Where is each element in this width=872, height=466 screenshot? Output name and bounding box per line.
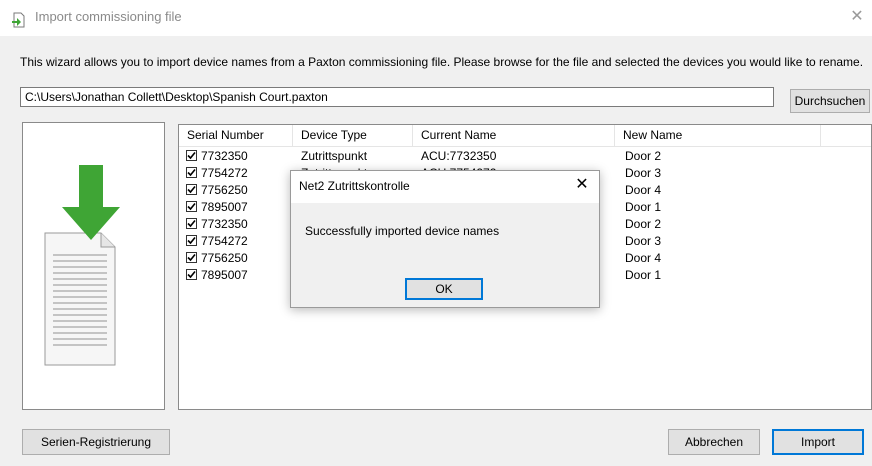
new-name-cell[interactable]: Door 2 xyxy=(625,215,661,233)
ok-button[interactable]: OK xyxy=(405,278,483,300)
dialog-title: Net2 Zutrittskontrolle xyxy=(299,179,410,193)
serial-cell: 7895007 xyxy=(201,200,248,214)
column-serial-number[interactable]: Serial Number xyxy=(179,125,293,146)
row-checkbox[interactable] xyxy=(186,150,197,161)
dialog-close-icon[interactable]: ✕ xyxy=(573,176,591,194)
table-row[interactable]: 7732350 Zutrittspunkt ACU:7732350 Door 2 xyxy=(179,147,871,165)
import-window: Import commissioning file ✕ This wizard … xyxy=(0,0,872,466)
serial-registration-button[interactable]: Serien-Registrierung xyxy=(22,429,170,455)
import-file-icon xyxy=(12,12,25,28)
row-checkbox[interactable] xyxy=(186,252,197,263)
success-dialog: Net2 Zutrittskontrolle ✕ Successfully im… xyxy=(290,170,600,308)
import-illustration xyxy=(22,122,165,410)
column-filler xyxy=(821,125,871,146)
column-current-name[interactable]: Current Name xyxy=(413,125,615,146)
import-button[interactable]: Import xyxy=(772,429,864,455)
new-name-cell[interactable]: Door 4 xyxy=(625,181,661,199)
intro-text: This wizard allows you to import device … xyxy=(20,55,864,69)
serial-cell: 7732350 xyxy=(201,217,248,231)
download-document-icon xyxy=(44,165,120,366)
row-checkbox[interactable] xyxy=(186,269,197,280)
file-path-input[interactable] xyxy=(20,87,774,107)
title-bar: Import commissioning file ✕ xyxy=(0,0,872,36)
serial-cell: 7895007 xyxy=(201,268,248,282)
browse-button[interactable]: Durchsuchen xyxy=(790,89,870,113)
row-checkbox[interactable] xyxy=(186,235,197,246)
row-checkbox[interactable] xyxy=(186,218,197,229)
column-device-type[interactable]: Device Type xyxy=(293,125,413,146)
cancel-button[interactable]: Abbrechen xyxy=(668,429,760,455)
serial-cell: 7732350 xyxy=(201,149,248,163)
list-header: Serial Number Device Type Current Name N… xyxy=(179,125,871,147)
new-name-cell[interactable]: Door 4 xyxy=(625,249,661,267)
row-checkbox[interactable] xyxy=(186,201,197,212)
new-name-cell[interactable]: Door 1 xyxy=(625,198,661,216)
new-name-cell[interactable]: Door 2 xyxy=(625,147,661,165)
new-name-cell[interactable]: Door 3 xyxy=(625,232,661,250)
serial-cell: 7754272 xyxy=(201,234,248,248)
row-checkbox[interactable] xyxy=(186,167,197,178)
window-title: Import commissioning file xyxy=(35,9,182,24)
serial-cell: 7756250 xyxy=(201,183,248,197)
serial-cell: 7754272 xyxy=(201,166,248,180)
dialog-message: Successfully imported device names xyxy=(305,224,500,238)
new-name-cell[interactable]: Door 1 xyxy=(625,266,661,284)
new-name-cell[interactable]: Door 3 xyxy=(625,164,661,182)
current-name-cell: ACU:7732350 xyxy=(421,149,497,163)
serial-cell: 7756250 xyxy=(201,251,248,265)
column-new-name[interactable]: New Name xyxy=(615,125,821,146)
window-close-icon[interactable]: ✕ xyxy=(846,7,868,27)
device-type-cell: Zutrittspunkt xyxy=(301,149,368,163)
row-checkbox[interactable] xyxy=(186,184,197,195)
